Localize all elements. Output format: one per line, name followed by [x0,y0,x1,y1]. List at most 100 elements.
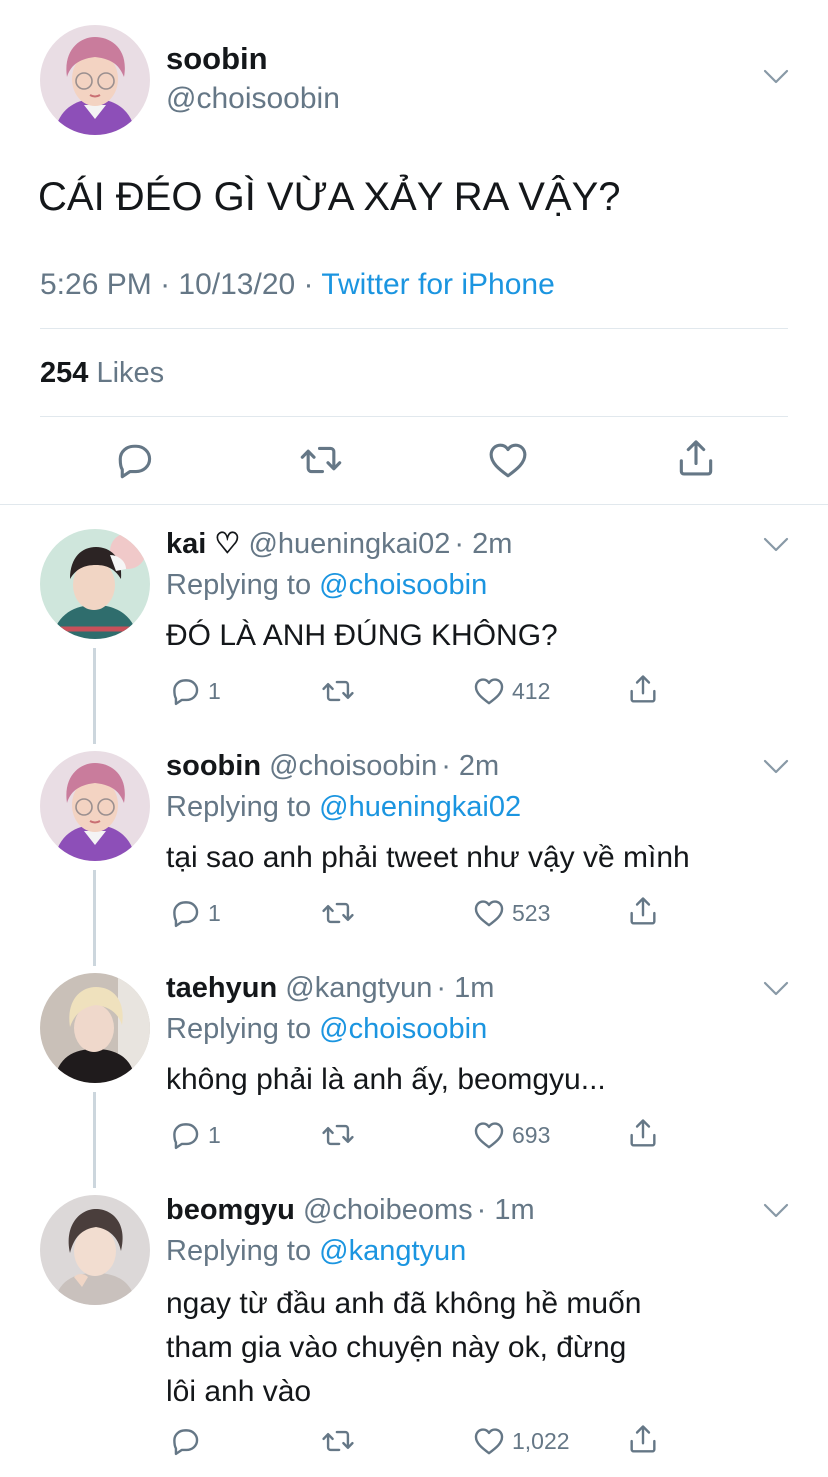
chevron-down-icon[interactable] [762,980,790,998]
retweet-icon[interactable] [298,438,344,482]
chevron-down-icon[interactable] [762,536,790,554]
avatar[interactable] [40,973,150,1083]
user-handle[interactable]: @kangtyun [285,972,432,1004]
reply-icon[interactable] [168,1118,202,1152]
display-name[interactable]: beomgyu [166,1194,295,1226]
like-icon[interactable] [472,896,506,930]
likes-label: Likes [88,357,165,389]
user-handle[interactable]: @hueningkai02 [248,528,450,560]
divider [40,416,788,417]
tweet-text: CÁI ĐÉO GÌ VỪA XẢY RA VẬY? [38,175,621,219]
chevron-down-icon[interactable] [762,1202,790,1220]
reply-icon[interactable] [168,1424,202,1458]
share-icon[interactable] [626,894,660,928]
like-action[interactable]: 412 [472,674,550,708]
display-name[interactable]: soobin [166,750,261,782]
reply-text-line: tham gia vào chuyện này ok, đừng [166,1331,627,1364]
reply-text: ĐÓ LÀ ANH ĐÚNG KHÔNG? [166,619,558,652]
mention-link[interactable]: @kangtyun [319,1235,466,1267]
mention-link[interactable]: @choisoobin [319,1013,487,1045]
display-name[interactable]: soobin [166,40,268,78]
replying-to: Replying to @choisoobin [166,1011,487,1047]
tweet-time: 5:26 PM [40,268,152,301]
meta-separator: · [295,268,322,301]
share-icon[interactable] [626,1422,660,1456]
avatar[interactable] [40,751,150,861]
avatar[interactable] [40,25,150,135]
retweet-action[interactable] [320,1118,356,1152]
like-icon[interactable] [472,1118,506,1152]
like-count: 1,022 [512,1427,570,1454]
replying-label: Replying to [166,569,320,601]
like-count: 412 [512,677,551,704]
reply-action[interactable] [168,1424,208,1458]
timestamp: · 1m [436,972,495,1004]
reply-icon[interactable] [112,438,156,482]
user-handle[interactable]: @choisoobin [166,80,340,118]
display-name[interactable]: kai ♡ [166,528,240,560]
mention-link[interactable]: @hueningkai02 [319,791,521,823]
chevron-down-icon[interactable] [762,758,790,776]
reply-action[interactable]: 1 [168,1118,221,1152]
share-icon[interactable] [626,1116,660,1150]
user-handle[interactable]: @choibeoms [303,1194,473,1226]
retweet-icon[interactable] [320,674,356,708]
reply-action[interactable]: 1 [168,674,221,708]
avatar[interactable] [40,1195,150,1305]
like-count: 693 [512,1121,551,1148]
like-action[interactable]: 1,022 [472,1424,570,1458]
reply-text: tại sao anh phải tweet như vậy về mình [166,841,690,874]
tweet-date: 10/13/20 [178,268,296,301]
replying-to: Replying to @hueningkai02 [166,789,521,825]
divider [0,504,828,505]
likes-stat[interactable]: 254 Likes [40,354,164,392]
share-icon[interactable] [674,436,718,480]
divider [40,328,788,329]
reply-text-line: ngay từ đầu anh đã không hề muốn [166,1287,642,1320]
replying-to: Replying to @kangtyun [166,1233,466,1269]
tweet-meta: 5:26 PM · 10/13/20 · Twitter for iPhone [40,266,555,304]
reply-header: beomgyu @choibeoms · 1m [166,1192,535,1228]
share-action[interactable] [626,1422,660,1456]
mention-link[interactable]: @choisoobin [319,569,487,601]
reply-count: 1 [208,899,221,926]
share-action[interactable] [626,672,660,706]
like-icon[interactable] [486,438,530,482]
retweet-action[interactable] [320,896,356,930]
reply-text: ngay từ đầu anh đã không hề muốn tham gi… [166,1282,641,1414]
share-action[interactable] [626,894,660,928]
retweet-icon[interactable] [320,1424,356,1458]
tweet-source-link[interactable]: Twitter for iPhone [321,268,554,301]
timestamp: · 1m [476,1194,535,1226]
reply-text-line: lôi anh vào [166,1375,312,1408]
reply-text: không phải là anh ấy, beomgyu... [166,1063,606,1096]
like-icon[interactable] [472,674,506,708]
replying-label: Replying to [166,1235,320,1267]
meta-separator: · [151,268,179,301]
avatar[interactable] [40,529,150,639]
share-action[interactable] [626,1116,660,1150]
display-name[interactable]: taehyun [166,972,277,1004]
thread-line [93,1092,96,1188]
likes-count: 254 [40,357,89,389]
thread-line [93,870,96,966]
timestamp: · 2m [441,750,500,782]
retweet-action[interactable] [320,674,356,708]
replying-to: Replying to @choisoobin [166,567,487,603]
like-count: 523 [512,899,551,926]
replying-label: Replying to [166,1013,320,1045]
reply-action[interactable]: 1 [168,896,221,930]
user-handle[interactable]: @choisoobin [269,750,437,782]
reply-icon[interactable] [168,896,202,930]
chevron-down-icon[interactable] [762,68,790,86]
like-icon[interactable] [472,1424,506,1458]
retweet-icon[interactable] [320,1118,356,1152]
replying-label: Replying to [166,791,320,823]
like-action[interactable]: 693 [472,1118,550,1152]
reply-header: kai ♡ @hueningkai02 · 2m [166,526,512,562]
like-action[interactable]: 523 [472,896,550,930]
reply-icon[interactable] [168,674,202,708]
share-icon[interactable] [626,672,660,706]
retweet-icon[interactable] [320,896,356,930]
retweet-action[interactable] [320,1424,356,1458]
